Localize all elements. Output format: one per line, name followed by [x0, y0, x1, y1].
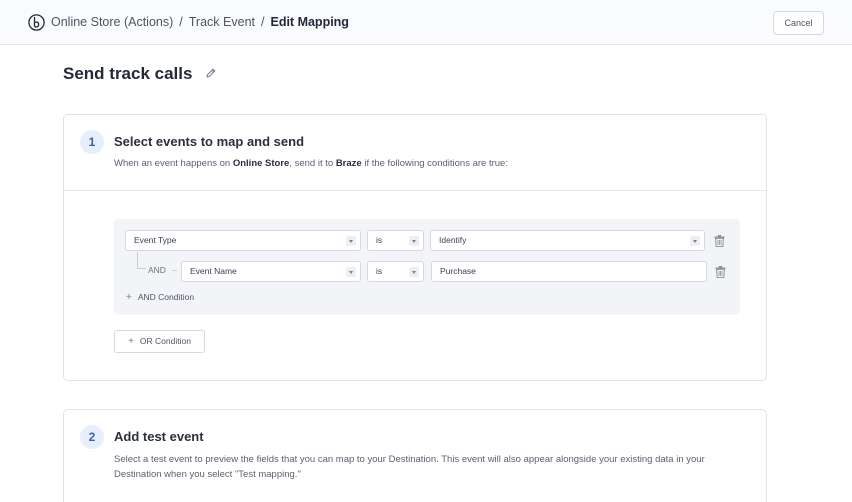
breadcrumb: Online Store (Actions) / Track Event / Edit … [51, 15, 349, 29]
event-type-select[interactable]: Event Type [125, 230, 361, 251]
step-2-card: 2 Add test event Select a test event to … [63, 409, 767, 502]
step-description: Select a test event to preview the field… [114, 454, 705, 480]
step-1-card: 1 Select events to map and send When an … [63, 114, 767, 381]
source-name: Online Store [232, 158, 290, 169]
add-and-condition-button[interactable]: + AND Condition [126, 292, 194, 303]
trash-icon[interactable] [715, 266, 726, 278]
event-name-select[interactable]: Event Name [181, 261, 361, 282]
trash-icon[interactable] [714, 235, 725, 247]
breadcrumb-separator: / [261, 15, 265, 29]
pencil-icon[interactable] [205, 67, 217, 79]
event-type-value-select[interactable]: Identify [430, 230, 705, 251]
breadcrumb-current: Edit Mapping [270, 15, 349, 29]
divider [64, 190, 766, 191]
step-number: 2 [80, 425, 104, 449]
event-name-input[interactable]: Purchase [431, 261, 707, 282]
breadcrumb-separator: / [179, 15, 183, 29]
step-title: Select events to map and send [114, 134, 305, 149]
destination-name: Braze [335, 158, 362, 169]
brand-logo-icon [28, 14, 45, 31]
chevron-down-icon [690, 236, 700, 246]
operator-select[interactable]: is [367, 261, 424, 282]
step-title: Add test event [114, 429, 204, 444]
chevron-down-icon [346, 267, 356, 277]
page-title: Send track calls [63, 64, 193, 83]
chevron-down-icon [409, 236, 419, 246]
chevron-down-icon [346, 236, 356, 246]
operator-select[interactable]: is [367, 230, 424, 251]
top-bar: Online Store (Actions) / Track Event / Edit … [0, 0, 852, 45]
condition-group: Event Type is Identify AND Event Name is [114, 219, 740, 315]
chevron-down-icon [409, 267, 419, 277]
tree-connector [137, 252, 146, 269]
plus-icon: + [128, 336, 134, 347]
step-number: 1 [80, 130, 104, 154]
breadcrumb-action[interactable]: Track Event [189, 15, 255, 29]
cancel-button[interactable]: Cancel [773, 11, 824, 35]
and-connector-label: AND [148, 265, 166, 275]
add-or-condition-button[interactable]: + OR Condition [114, 330, 205, 353]
step-description: When an event happens on Online Store, s… [114, 158, 508, 169]
connector-dash [172, 270, 177, 271]
plus-icon: + [126, 292, 132, 303]
breadcrumb-source[interactable]: Online Store (Actions) [51, 15, 173, 29]
